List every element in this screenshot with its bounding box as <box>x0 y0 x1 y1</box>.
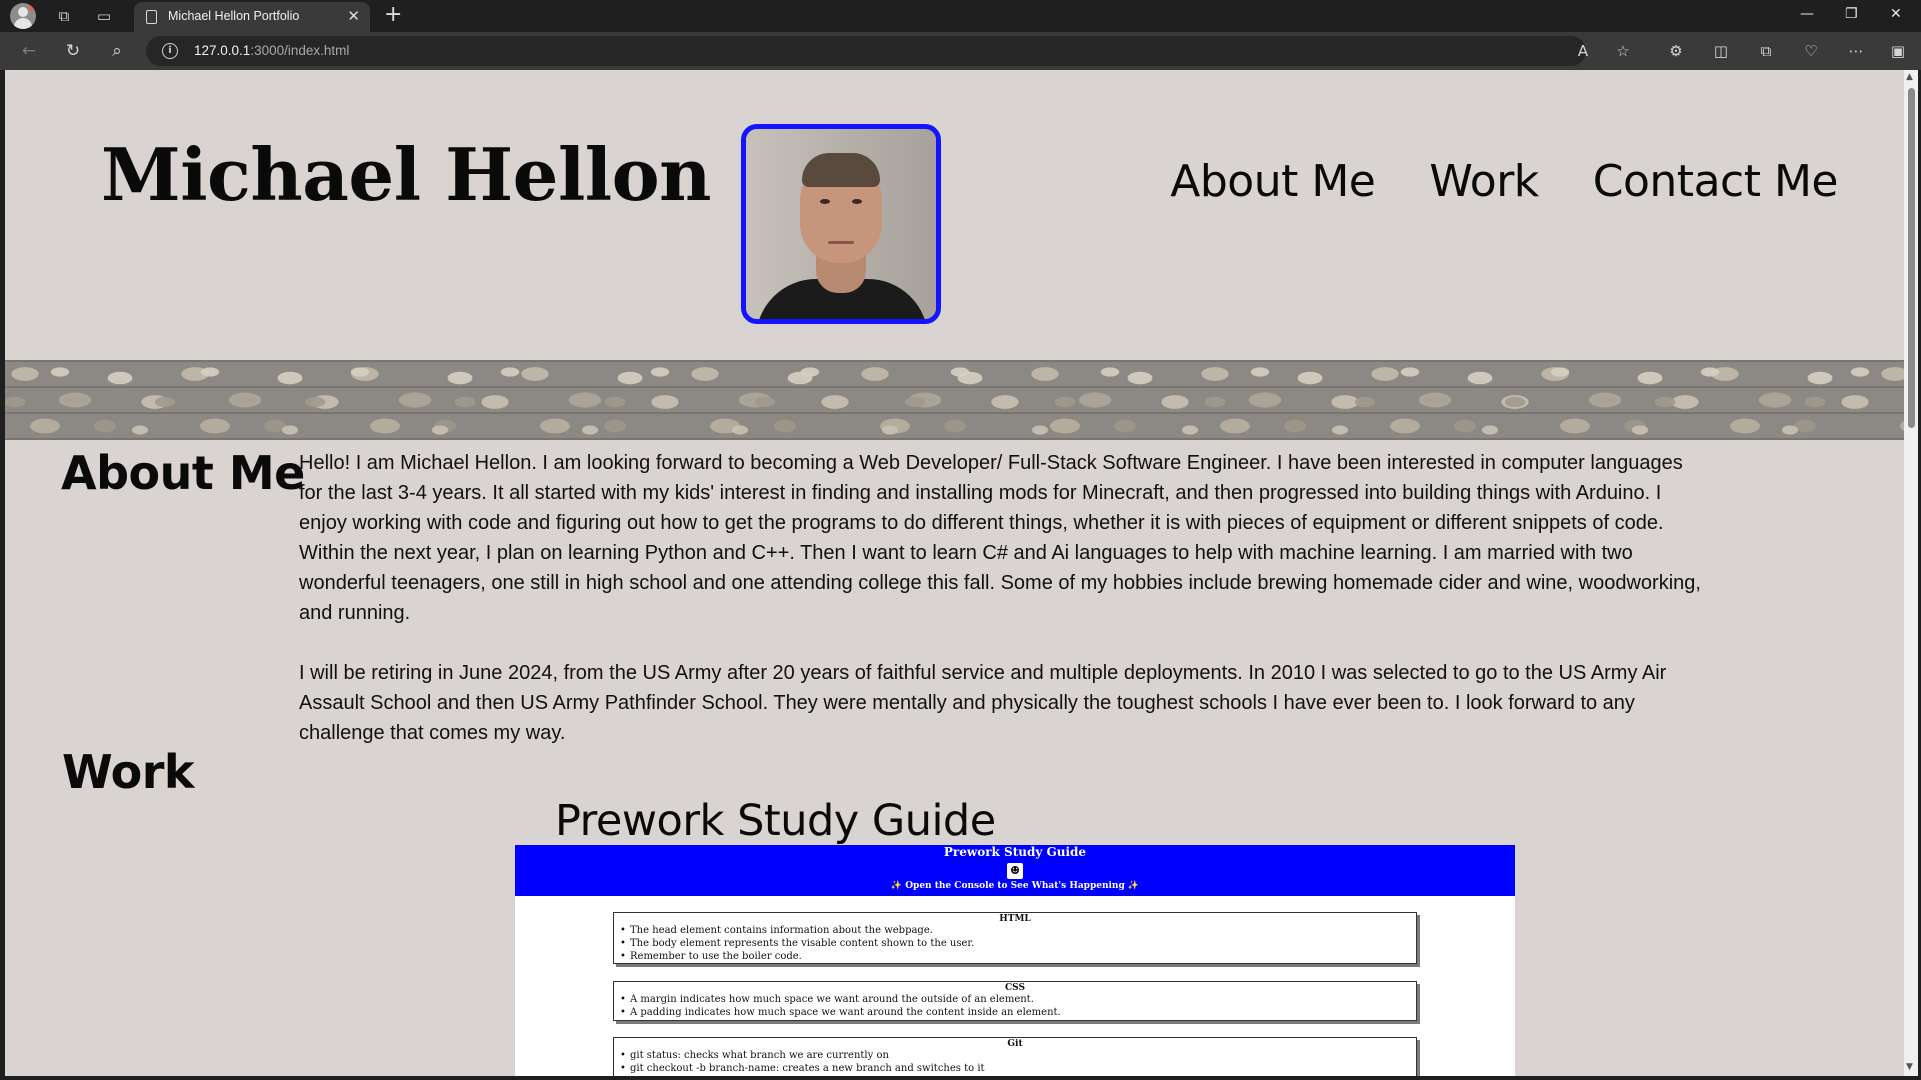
restore-icon[interactable]: ❐ <box>1845 6 1858 22</box>
card-heading: Git <box>1007 1039 1023 1049</box>
nav-work[interactable]: Work <box>1429 156 1539 207</box>
search-icon[interactable]: ⌕ <box>106 40 128 62</box>
nav-contact-me[interactable]: Contact Me <box>1593 156 1839 207</box>
tab-actions-icon[interactable]: ▭ <box>92 4 116 28</box>
scrollbar-thumb[interactable] <box>1908 88 1915 428</box>
browser-tab-bar: ⧉ ▭ Michael Hellon Portfolio ✕ + — ❐ ✕ <box>0 0 1921 32</box>
minimize-icon[interactable]: — <box>1800 6 1814 22</box>
list-item: git status: checks what branch we are cu… <box>620 1049 1416 1062</box>
preview-card-html: HTML The head element contains informati… <box>613 912 1417 964</box>
extensions-icon[interactable]: ⚙ <box>1665 40 1687 62</box>
back-icon[interactable]: ← <box>18 40 40 62</box>
preview-logo-icon: ☻ <box>1007 863 1023 879</box>
tab-title: Michael Hellon Portfolio <box>168 9 300 23</box>
about-text: Hello! I am Michael Hellon. I am looking… <box>299 448 1709 748</box>
card-heading: CSS <box>1005 983 1025 993</box>
list-item: git checkout -b branch-name: creates a n… <box>620 1062 1416 1075</box>
list-item: Remember to use the boiler code. <box>620 950 1416 963</box>
stone-wall-banner <box>5 360 1904 440</box>
page-viewport: Michael Hellon About Me Work Contact Me … <box>5 70 1904 1076</box>
collections-icon[interactable]: ⧉ <box>1755 40 1777 62</box>
split-screen-icon[interactable]: ◫ <box>1710 40 1732 62</box>
preview-card-css: CSS A margin indicates how much space we… <box>613 981 1417 1021</box>
close-window-icon[interactable]: ✕ <box>1890 6 1902 22</box>
about-paragraph: I will be retiring in June 2024, from th… <box>299 662 1667 744</box>
profile-icon[interactable] <box>10 3 36 29</box>
list-item: A margin indicates how much space we wan… <box>620 993 1416 1006</box>
refresh-icon[interactable]: ↻ <box>62 40 84 62</box>
profile-photo <box>741 124 941 324</box>
scroll-down-icon[interactable]: ▼ <box>1906 1062 1913 1072</box>
workspaces-icon[interactable]: ⧉ <box>52 4 76 28</box>
main-nav: About Me Work Contact Me <box>1170 156 1838 207</box>
site-name: Michael Hellon <box>101 132 712 217</box>
project-title[interactable]: Prework Study Guide <box>555 796 996 846</box>
work-heading: Work <box>62 745 194 799</box>
preview-header: Prework Study Guide ☻ ✨ Open the Console… <box>515 845 1515 896</box>
browser-tab-active[interactable]: Michael Hellon Portfolio ✕ <box>134 2 370 32</box>
about-heading: About Me <box>61 446 305 500</box>
page-scrollbar[interactable]: ▲ ▼ <box>1904 70 1918 1076</box>
address-bar-row: ← ↻ ⌕ i 127.0.0.1:3000/index.html A ☆ ⚙ … <box>0 32 1921 70</box>
url-field[interactable]: i 127.0.0.1:3000/index.html <box>146 36 1586 66</box>
window-bottom-edge <box>0 1076 1921 1080</box>
page-icon <box>146 10 157 24</box>
project-preview[interactable]: Prework Study Guide ☻ ✨ Open the Console… <box>515 845 1515 1076</box>
more-menu-icon[interactable]: ⋯ <box>1845 40 1867 62</box>
sidebar-icon[interactable]: ▣ <box>1887 40 1909 62</box>
browser-essentials-icon[interactable]: ♡ <box>1800 40 1822 62</box>
favorite-star-icon[interactable]: ☆ <box>1612 40 1634 62</box>
about-paragraph: Hello! I am Michael Hellon. I am looking… <box>299 452 1701 624</box>
list-item: The head element contains information ab… <box>620 924 1416 937</box>
card-heading: HTML <box>999 914 1031 924</box>
scroll-up-icon[interactable]: ▲ <box>1906 72 1913 82</box>
preview-card-git: Git git status: checks what branch we ar… <box>613 1037 1417 1076</box>
read-aloud-icon[interactable]: A <box>1572 40 1594 62</box>
nav-about-me[interactable]: About Me <box>1170 156 1376 207</box>
url-text: 127.0.0.1:3000/index.html <box>194 43 350 58</box>
preview-title: Prework Study Guide <box>943 845 1087 859</box>
preview-subtitle: ✨ Open the Console to See What's Happeni… <box>890 881 1140 891</box>
list-item: The body element represents the visable … <box>620 937 1416 950</box>
site-info-icon[interactable]: i <box>162 43 178 59</box>
new-tab-icon[interactable]: + <box>384 4 402 26</box>
list-item: A padding indicates how much space we wa… <box>620 1006 1416 1019</box>
close-tab-icon[interactable]: ✕ <box>347 7 360 25</box>
